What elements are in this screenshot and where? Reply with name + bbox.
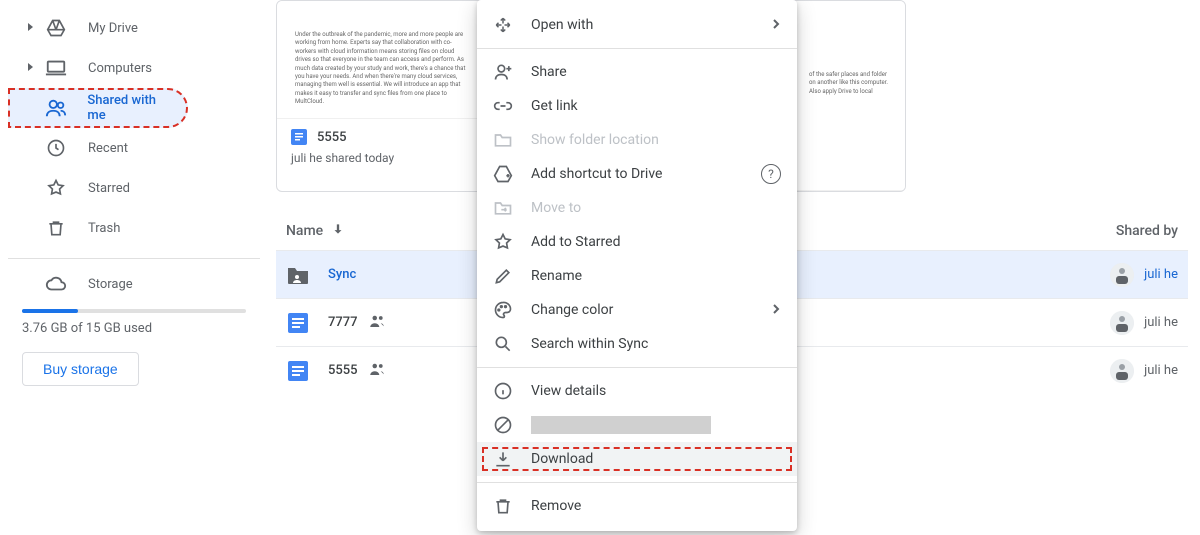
thumbnail-preview: Under the outbreak of the pandemic, more… [277, 1, 485, 119]
docs-icon [286, 311, 310, 335]
file-name: 7777 [328, 315, 358, 330]
chevron-right-icon [771, 302, 781, 318]
thumbnail-title: 5555 [317, 130, 347, 145]
ctx-move-to: Move to [477, 191, 797, 225]
avatar [1110, 311, 1134, 335]
file-name: 5555 [328, 363, 358, 378]
drive-shortcut-icon [493, 164, 513, 184]
avatar [1110, 263, 1134, 287]
sidebar-item-storage[interactable]: Storage [8, 267, 260, 301]
storage-bar [22, 309, 246, 313]
sidebar-item-label: Starred [88, 181, 130, 196]
ctx-rename[interactable]: Rename [477, 259, 797, 293]
trash-icon [44, 216, 68, 240]
sidebar-item-recent[interactable]: Recent [8, 128, 260, 168]
ctx-redacted[interactable] [477, 408, 797, 442]
chevron-right-icon [26, 60, 38, 76]
sidebar-item-shared-with-me[interactable]: Shared with me [8, 88, 188, 128]
people-icon [44, 96, 68, 120]
sidebar-item-label: Recent [88, 141, 128, 156]
chevron-right-icon [26, 20, 38, 36]
sidebar-item-label: Trash [88, 221, 120, 236]
context-menu: Open with Share Get link Show folder loc… [477, 0, 797, 531]
my-drive-icon [44, 16, 68, 40]
ctx-view-details[interactable]: View details [477, 374, 797, 408]
ctx-share[interactable]: Share [477, 55, 797, 89]
docs-icon [291, 129, 307, 145]
trash-icon [493, 496, 513, 516]
block-icon [493, 415, 513, 435]
clock-icon [44, 136, 68, 160]
star-icon [493, 232, 513, 252]
chevron-right-icon [771, 17, 781, 33]
ctx-add-to-starred[interactable]: Add to Starred [477, 225, 797, 259]
sidebar-item-label: Shared with me [87, 93, 176, 123]
download-icon [493, 449, 513, 469]
arrow-down-icon [331, 222, 345, 240]
pencil-icon [493, 266, 513, 286]
palette-icon [493, 300, 513, 320]
ctx-change-color[interactable]: Change color [477, 293, 797, 327]
computers-icon [44, 56, 68, 80]
ctx-download[interactable]: Download [477, 442, 797, 476]
docs-icon [286, 359, 310, 383]
sidebar-item-my-drive[interactable]: My Drive [8, 8, 260, 48]
search-icon [493, 334, 513, 354]
folder-icon [493, 130, 513, 150]
info-icon [493, 381, 513, 401]
owner-name: juli he [1144, 363, 1178, 378]
cloud-icon [44, 272, 68, 296]
shared-icon [368, 360, 386, 382]
divider [8, 258, 260, 259]
sidebar-item-label: Computers [88, 61, 152, 76]
ctx-search-within[interactable]: Search within Sync [477, 327, 797, 361]
storage-label: Storage [88, 277, 133, 292]
thumbnail-footer: 5555 juli he shared today [277, 119, 485, 177]
ctx-open-with[interactable]: Open with [477, 8, 797, 42]
sidebar-item-computers[interactable]: Computers [8, 48, 260, 88]
divider [477, 48, 797, 49]
owner-name: juli he [1144, 267, 1178, 282]
storage-usage-text: 3.76 GB of 15 GB used [22, 321, 246, 336]
sidebar-item-label: My Drive [88, 21, 138, 36]
thumbnail-subtitle: juli he shared today [291, 151, 471, 165]
thumbnail-card[interactable]: Under the outbreak of the pandemic, more… [276, 0, 486, 192]
redacted-label [531, 416, 711, 434]
open-with-icon [493, 15, 513, 35]
ctx-show-folder-location: Show folder location [477, 123, 797, 157]
buy-storage-button[interactable]: Buy storage [22, 352, 139, 386]
sidebar: My Drive Computers Shared with me Recent… [0, 0, 260, 535]
shared-icon [368, 312, 386, 334]
sidebar-item-trash[interactable]: Trash [8, 208, 260, 248]
move-to-icon [493, 198, 513, 218]
link-icon [493, 96, 513, 116]
sidebar-item-starred[interactable]: Starred [8, 168, 260, 208]
help-icon[interactable]: ? [761, 164, 781, 184]
divider [477, 367, 797, 368]
file-name: Sync [328, 267, 356, 282]
column-shared-by[interactable]: Shared by [1116, 223, 1178, 239]
person-add-icon [493, 62, 513, 82]
ctx-remove[interactable]: Remove [477, 489, 797, 523]
column-name[interactable]: Name [286, 222, 345, 240]
shared-folder-icon [286, 263, 310, 287]
ctx-get-link[interactable]: Get link [477, 89, 797, 123]
star-icon [44, 176, 68, 200]
ctx-add-shortcut[interactable]: Add shortcut to Drive ? [477, 157, 797, 191]
divider [477, 482, 797, 483]
owner-name: juli he [1144, 315, 1178, 330]
avatar [1110, 359, 1134, 383]
